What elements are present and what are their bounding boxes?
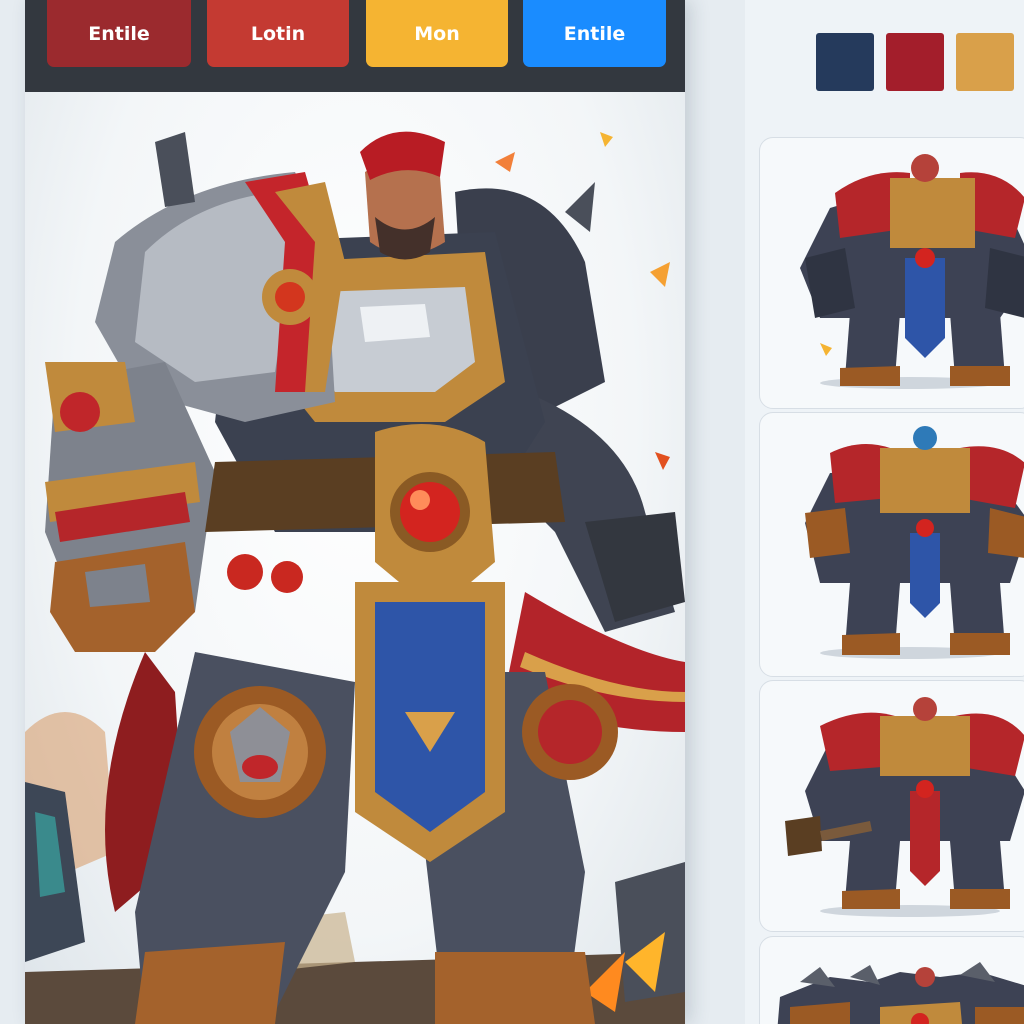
variant-sidebar xyxy=(745,0,1024,1024)
entile-button[interactable]: Entile xyxy=(47,0,191,67)
entile-secondary-button[interactable]: Entile xyxy=(523,0,666,67)
warrior-variant-thumbnail xyxy=(777,962,1024,1024)
gold-swatch[interactable] xyxy=(956,33,1014,91)
navy-swatch[interactable] xyxy=(816,33,874,91)
variant-card-1[interactable] xyxy=(759,137,1024,409)
variant-card-3[interactable] xyxy=(759,680,1024,932)
hero-artwork xyxy=(25,92,685,1024)
mon-button[interactable]: Mon xyxy=(366,0,508,67)
armored-warrior-illustration xyxy=(25,131,685,1024)
warrior-variant-thumbnail xyxy=(800,154,1024,389)
variant-card-2[interactable] xyxy=(759,412,1024,677)
variant-card-4[interactable] xyxy=(759,936,1024,1024)
preview-panel: Entile Lotin Mon Entile xyxy=(25,0,685,1024)
crimson-swatch[interactable] xyxy=(886,33,944,91)
lotin-button[interactable]: Lotin xyxy=(207,0,349,67)
toolbar: Entile Lotin Mon Entile xyxy=(25,0,685,92)
warrior-variant-thumbnail xyxy=(785,697,1024,917)
warrior-variant-thumbnail xyxy=(805,426,1024,659)
